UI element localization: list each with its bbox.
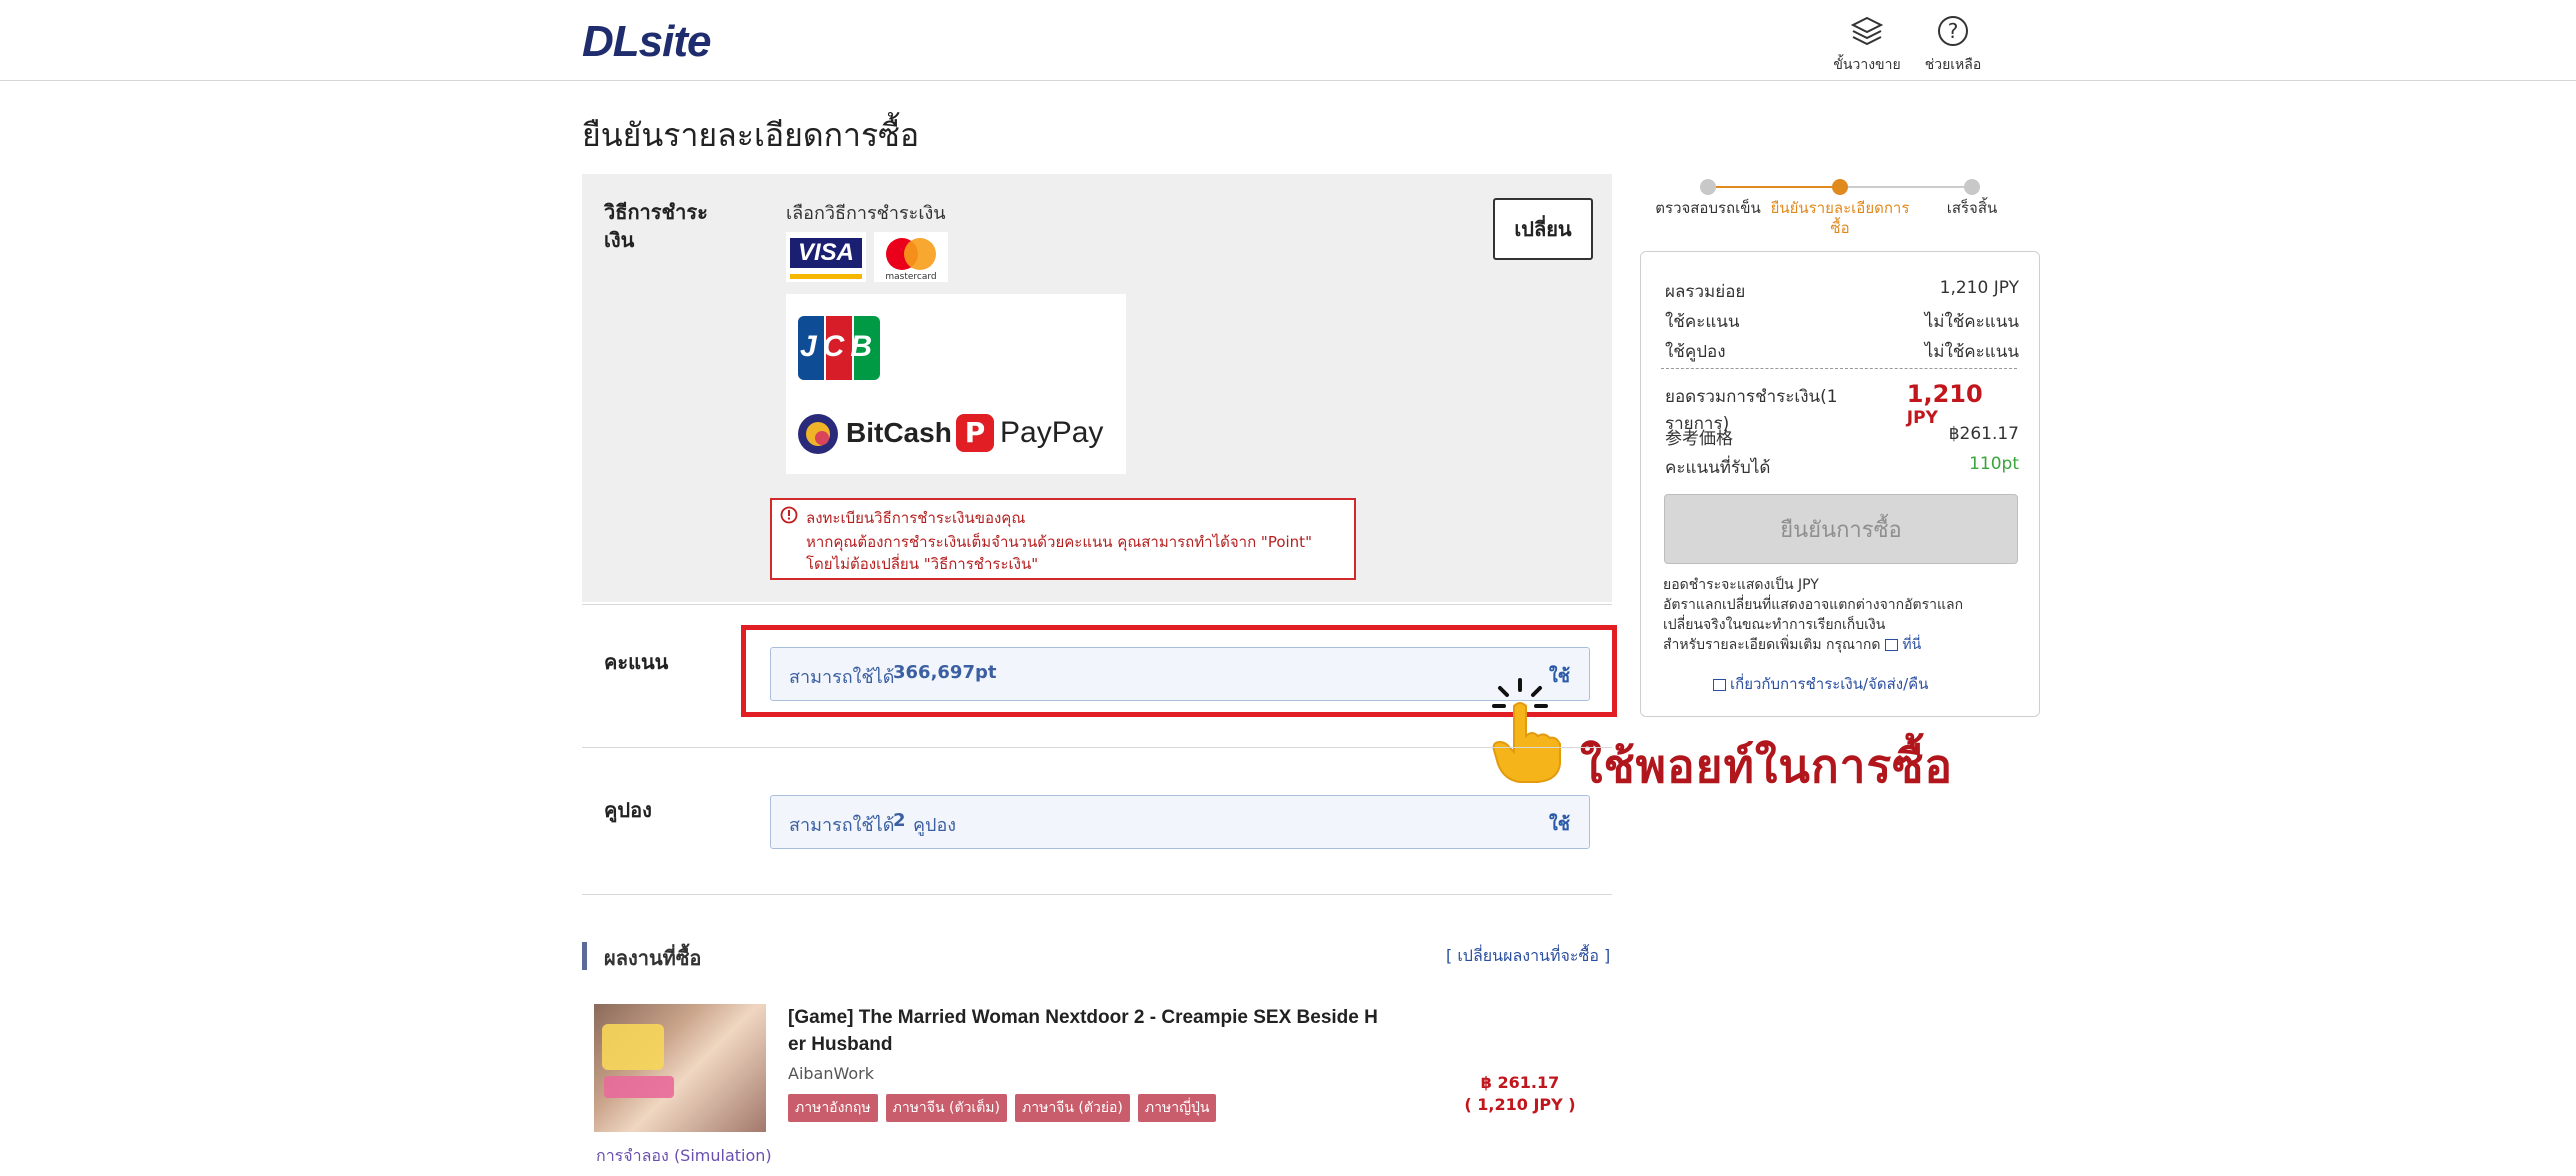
note-line: สำหรับรายละเอียดเพิ่มเติม กรุณากด bbox=[1663, 637, 1881, 653]
change-works-link[interactable]: [ เปลี่ยนผลงานที่จะซื้อ ] bbox=[1446, 944, 1610, 969]
pointing-hand-icon bbox=[1492, 678, 1561, 783]
divider bbox=[582, 894, 1612, 895]
reference-price-value: ฿261.17 bbox=[1948, 424, 2019, 444]
subtotal-row: ผลรวมย่อย 1,210 JPY bbox=[1665, 278, 2019, 305]
layers-icon bbox=[1850, 16, 1884, 46]
use-points-callout: ใช้พอยท์ในการซื้อ bbox=[1580, 739, 1954, 793]
change-payment-button[interactable]: เปลี่ยน bbox=[1493, 198, 1593, 260]
visa-logo: VISA bbox=[786, 232, 866, 282]
details-link[interactable]: ที่นี่ bbox=[1902, 637, 1921, 653]
divider bbox=[582, 747, 1612, 748]
step-dot-cart bbox=[1700, 179, 1716, 195]
select-payment-label: เลือกวิธีการชำระเงิน bbox=[786, 203, 946, 224]
points-used-row: ใช้คะแนน ไม่ใช้คะแนน bbox=[1665, 308, 2019, 335]
coupon-field[interactable]: สามารถใช้ได้ 2 คูปอง ใช้ bbox=[770, 795, 1590, 849]
policy-link-label: เกี่ยวกับการชำระเงิน/จัดส่ง/คืน bbox=[1730, 675, 1929, 693]
top-bar bbox=[0, 0, 2576, 81]
earned-points-label: คะแนนที่รับได้ bbox=[1665, 458, 1771, 478]
sell-shelf-button[interactable]: ขั้นวางขาย bbox=[1822, 14, 1912, 76]
confirm-purchase-button[interactable]: ยืนยันการซื้อ bbox=[1664, 494, 2018, 564]
section-bar bbox=[582, 942, 587, 970]
coupon-used-value: ไม่ใช้คะแนน bbox=[1924, 342, 2019, 362]
help-button[interactable]: ? ช่วยเหลือ bbox=[1908, 14, 1998, 76]
earned-points-value: 110pt bbox=[1969, 454, 2019, 474]
paypay-logo: P PayPay bbox=[956, 408, 1126, 458]
circle-name[interactable]: AibanWork bbox=[788, 1064, 874, 1083]
use-coupon-button[interactable]: ใช้ bbox=[1549, 809, 1570, 838]
tag: ภาษาจีน (ตัวเต็ม) bbox=[885, 1094, 1007, 1122]
coupon-label: คูปอง bbox=[604, 798, 652, 822]
total-amount: 1,210 JPY bbox=[1907, 380, 2019, 428]
reference-price-row: 参考価格 ฿261.17 bbox=[1665, 424, 2019, 449]
mastercard-logo: mastercard bbox=[874, 232, 948, 282]
coupon-used-label: ใช้คูปอง bbox=[1665, 342, 1726, 362]
coupon-available-value: 2 bbox=[893, 810, 906, 831]
order-summary: ผลรวมย่อย 1,210 JPY ใช้คะแนน ไม่ใช้คะแนน… bbox=[1640, 251, 2040, 717]
tag: ภาษาจีน (ตัวย่อ) bbox=[1015, 1094, 1130, 1122]
dlsite-logo[interactable]: DLsite bbox=[582, 17, 711, 67]
note-line: อัตราแลกเปลี่ยนที่แสดงอาจแตกต่างจากอัตรา… bbox=[1663, 597, 1964, 613]
coupon-available-suffix: คูปอง bbox=[913, 815, 957, 836]
product-title-line-2: er Husband bbox=[788, 1034, 893, 1055]
step-dot-confirm bbox=[1832, 179, 1848, 195]
warning-title: ลงทะเบียนวิธีการชำระเงินของคุณ bbox=[806, 509, 1026, 527]
coupon-used-row: ใช้คูปอง ไม่ใช้คะแนน bbox=[1665, 338, 2019, 365]
subtotal-value: 1,210 JPY bbox=[1939, 278, 2019, 298]
external-link-icon bbox=[1713, 678, 1726, 691]
coupon-available-prefix: สามารถใช้ได้ bbox=[789, 815, 895, 836]
tag: ภาษาญี่ปุ่น bbox=[1137, 1094, 1217, 1122]
tag: ภาษาอังกฤษ bbox=[788, 1094, 878, 1122]
svg-text:?: ? bbox=[1948, 19, 1959, 43]
progress-line-active bbox=[1708, 186, 1840, 188]
price-thb: ฿ 261.17 bbox=[1480, 1073, 1560, 1092]
note-line: ยอดชำระจะแสดงเป็น JPY bbox=[1663, 577, 1819, 593]
help-icon: ? bbox=[1938, 16, 1968, 46]
help-label: ช่วยเหลือ bbox=[1924, 57, 1982, 73]
product-title[interactable]: [Game] The Married Woman Nextdoor 2 - Cr… bbox=[788, 1004, 1378, 1058]
product-title-line-1: [Game] The Married Woman Nextdoor 2 - Cr… bbox=[788, 1007, 1378, 1028]
page-title: ยืนยันรายละเอียดการซื้อ bbox=[582, 116, 920, 154]
points-used-label: ใช้คะแนน bbox=[1665, 312, 1740, 332]
step-confirm-label: ยืนยันรายละเอียดการซื้อ bbox=[1770, 199, 1910, 237]
payment-method-label: วิธีการชำระเงิน bbox=[604, 200, 708, 252]
warning-line-1: หากคุณต้องการชำระเงินเต็มจำนวนด้วยคะแนน … bbox=[806, 533, 1312, 551]
simulation-link[interactable]: การจำลอง (Simulation) bbox=[596, 1144, 772, 1169]
bitcash-logo: BitCash bbox=[796, 408, 956, 458]
earned-points-row: คะแนนที่รับได้ 110pt bbox=[1665, 454, 2019, 481]
purchased-works-label: ผลงานที่ซื้อ bbox=[604, 946, 702, 970]
price-jpy: ( 1,210 JPY ) bbox=[1464, 1095, 1576, 1114]
dashed-divider bbox=[1661, 368, 2017, 369]
total-value: 1,210 bbox=[1906, 380, 1983, 408]
subtotal-label: ผลรวมย่อย bbox=[1665, 282, 1746, 302]
payment-brand-box: JCB BitCash P PayPay bbox=[786, 294, 1126, 474]
policy-link[interactable]: เกี่ยวกับการชำระเงิน/จัดส่ง/คืน bbox=[1713, 672, 1928, 696]
note-line: เปลี่ยนจริงในขณะทำการเรียกเก็บเงิน bbox=[1663, 617, 1886, 633]
reference-price-label: 参考価格 bbox=[1665, 429, 1733, 449]
currency-notes: ยอดชำระจะแสดงเป็น JPY อัตราแลกเปลี่ยนที่… bbox=[1663, 575, 2033, 655]
product-thumbnail[interactable] bbox=[594, 1004, 766, 1132]
note-line-4: สำหรับรายละเอียดเพิ่มเติม กรุณากด ที่นี่ bbox=[1663, 635, 2033, 655]
payment-warning: ลงทะเบียนวิธีการชำระเงินของคุณ หากคุณต้อ… bbox=[770, 498, 1356, 580]
step-dot-done bbox=[1964, 179, 1980, 195]
jcb-logo: JCB bbox=[798, 316, 880, 380]
step-done-label: เสร็จสิ้น bbox=[1946, 199, 1998, 217]
external-link-icon bbox=[1884, 639, 1898, 651]
points-used-value: ไม่ใช้คะแนน bbox=[1924, 312, 2019, 332]
warning-line-2: โดยไม่ต้องเปลี่ยน "วิธีการชำระเงิน" bbox=[806, 555, 1039, 573]
step-cart-label: ตรวจสอบรถเข็น bbox=[1655, 199, 1761, 217]
language-tags: ภาษาอังกฤษ ภาษาจีน (ตัวเต็ม) ภาษาจีน (ตัวย… bbox=[788, 1094, 1224, 1122]
divider bbox=[582, 604, 1612, 605]
points-label: คะแนน bbox=[604, 650, 669, 674]
sell-shelf-label: ขั้นวางขาย bbox=[1833, 57, 1901, 73]
product-price: ฿ 261.17 ( 1,210 JPY ) bbox=[1440, 1072, 1600, 1116]
alert-icon bbox=[780, 506, 798, 524]
